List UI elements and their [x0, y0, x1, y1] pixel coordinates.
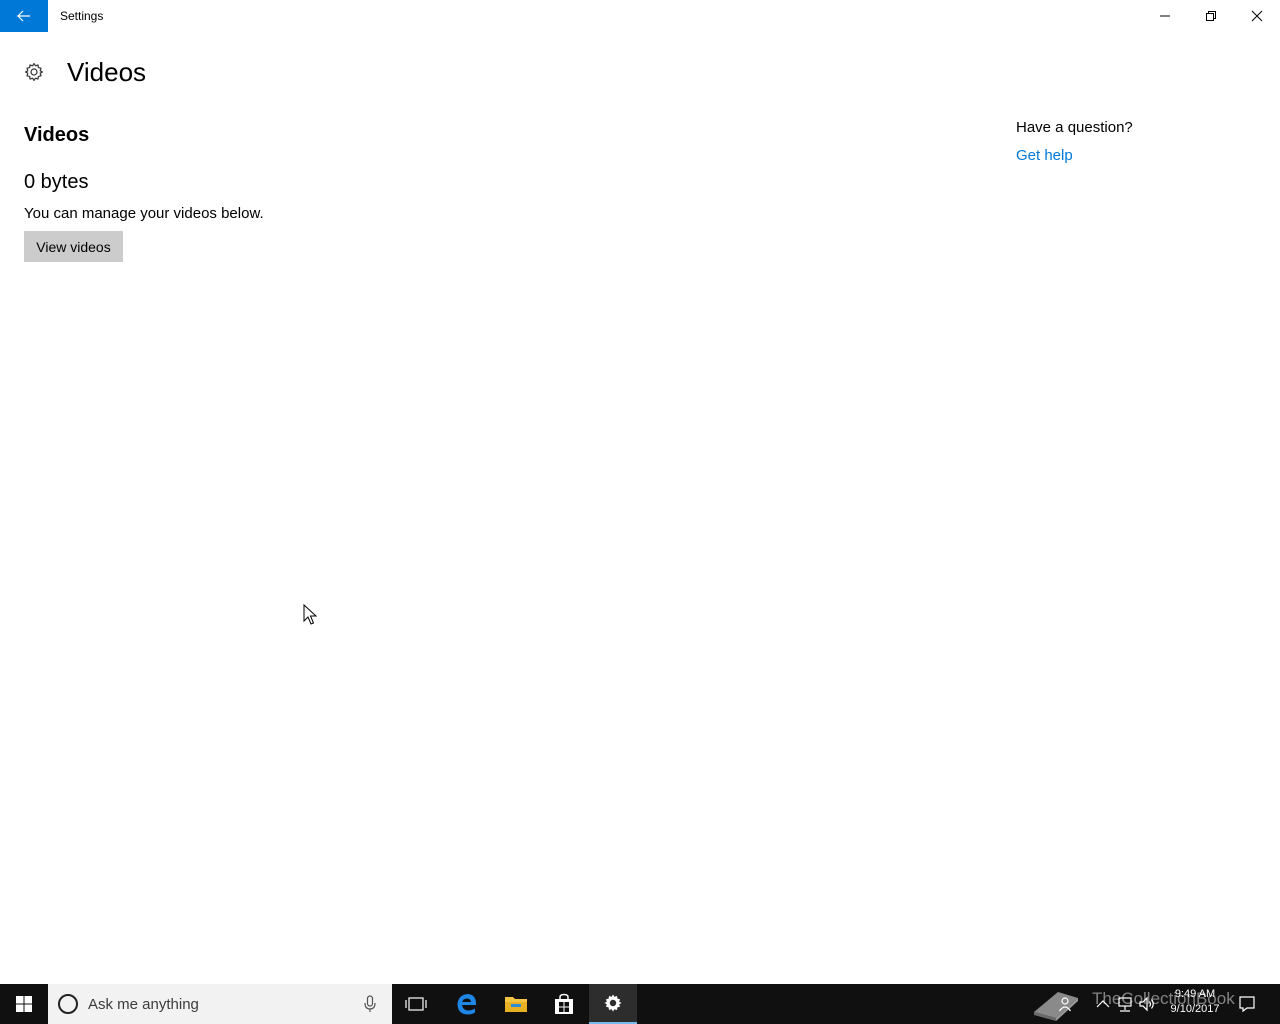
page-title: Videos — [67, 57, 147, 87]
arrow-left-icon — [17, 10, 30, 22]
folder-icon — [505, 997, 527, 1012]
minimize-icon — [1160, 15, 1170, 17]
storage-size-value: 0 bytes — [24, 171, 89, 193]
back-button[interactable] — [0, 0, 48, 32]
view-videos-button[interactable]: View videos — [24, 231, 123, 262]
taskbar-app-settings[interactable] — [589, 984, 637, 1024]
window-title: Settings — [60, 9, 104, 23]
gear-icon — [24, 62, 44, 82]
restore-button[interactable] — [1188, 0, 1234, 32]
store-bag-icon — [555, 993, 573, 1014]
gear-icon — [604, 994, 622, 1012]
task-view-button[interactable] — [392, 984, 440, 1024]
description-text: You can manage your videos below. — [24, 205, 264, 222]
taskbar-app-file-explorer[interactable] — [492, 984, 540, 1024]
clock-time: 9:49 AM — [1174, 988, 1216, 1000]
cortana-search-box[interactable]: Ask me anything — [48, 984, 392, 1024]
search-placeholder: Ask me anything — [88, 996, 199, 1013]
volume-icon[interactable] — [1138, 994, 1156, 1014]
action-center-icon[interactable] — [1238, 994, 1256, 1014]
start-button[interactable] — [0, 984, 48, 1024]
network-icon[interactable] — [1116, 994, 1134, 1014]
chevron-up-icon[interactable] — [1094, 994, 1112, 1014]
windows-logo-icon — [16, 996, 32, 1012]
taskbar-app-store[interactable] — [540, 984, 588, 1024]
people-icon[interactable] — [1058, 994, 1076, 1014]
get-help-link[interactable]: Get help — [1016, 147, 1073, 164]
restore-icon — [1206, 11, 1216, 21]
taskbar: Ask me anything TheCollectionBook 9:49 A… — [0, 984, 1280, 1024]
close-button[interactable] — [1234, 0, 1280, 32]
taskbar-app-edge[interactable] — [443, 984, 491, 1024]
cortana-icon — [58, 994, 78, 1014]
mouse-cursor-icon — [303, 604, 317, 625]
microphone-icon[interactable] — [362, 994, 378, 1014]
task-view-icon — [405, 997, 427, 1011]
clock-date: 9/10/2017 — [1170, 1003, 1220, 1015]
clock[interactable]: 9:49 AM 9/10/2017 — [1160, 987, 1230, 1017]
help-question: Have a question? — [1016, 119, 1133, 136]
minimize-button[interactable] — [1142, 0, 1188, 32]
edge-icon — [457, 994, 477, 1015]
close-icon — [1251, 10, 1263, 22]
section-title: Videos — [24, 124, 90, 146]
title-bar: Settings — [0, 0, 1280, 32]
